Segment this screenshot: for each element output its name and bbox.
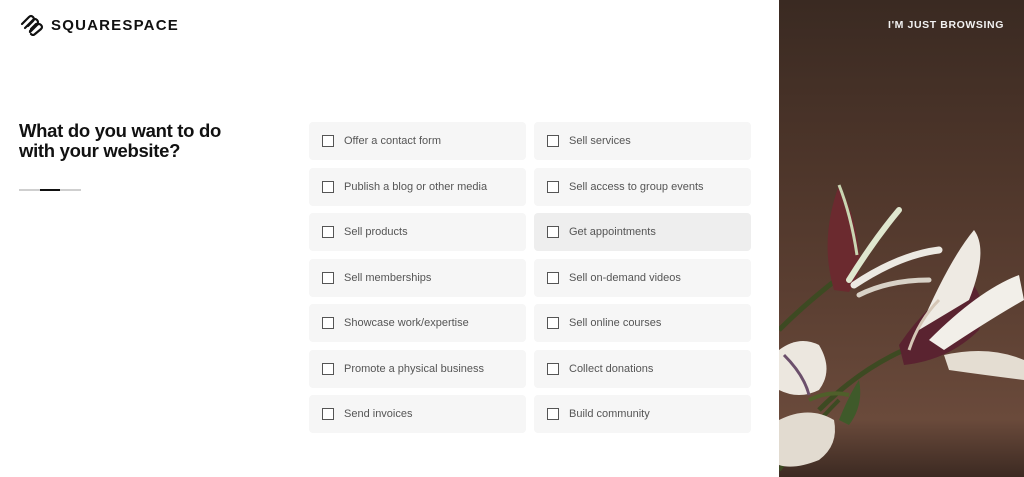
- options-grid: Offer a contact form Sell services Publi…: [309, 122, 751, 433]
- checkbox[interactable]: [322, 226, 334, 238]
- checkbox[interactable]: [547, 271, 559, 284]
- option-label: Send invoices: [344, 408, 413, 420]
- option-label: Publish a blog or other media: [344, 180, 488, 193]
- option-sell-services[interactable]: Sell services: [534, 122, 751, 160]
- checkbox[interactable]: [322, 271, 334, 284]
- option-label: Sell products: [344, 226, 408, 238]
- checkbox[interactable]: [322, 362, 334, 375]
- brand-name: SQUARESPACE: [51, 16, 179, 34]
- option-sell-products[interactable]: Sell products: [309, 213, 526, 251]
- option-build-community[interactable]: Build community: [534, 395, 751, 433]
- checkbox[interactable]: [547, 362, 559, 375]
- option-get-appointments[interactable]: Get appointments: [534, 213, 751, 251]
- onboarding-panel: SQUARESPACE What do you want to do with …: [0, 0, 779, 477]
- option-publish-blog[interactable]: Publish a blog or other media: [309, 167, 526, 206]
- option-sell-group-events[interactable]: Sell access to group events: [534, 167, 751, 206]
- checkbox[interactable]: [322, 317, 334, 329]
- option-showcase-work[interactable]: Showcase work/expertise: [309, 304, 526, 342]
- option-label: Sell memberships: [344, 271, 432, 284]
- option-label: Sell access to group events: [569, 180, 704, 193]
- option-label: Promote a physical business: [344, 362, 485, 375]
- option-label: Showcase work/expertise: [344, 317, 469, 329]
- checkbox[interactable]: [322, 180, 334, 193]
- option-label: Collect donations: [569, 362, 654, 375]
- progress-bar: [19, 189, 81, 191]
- option-label: Build community: [569, 408, 650, 420]
- option-label: Offer a contact form: [344, 135, 442, 147]
- option-promote-physical-business[interactable]: Promote a physical business: [309, 349, 526, 388]
- option-label: Get appointments: [569, 226, 656, 238]
- option-offer-contact-form[interactable]: Offer a contact form: [309, 122, 526, 160]
- checkbox[interactable]: [322, 408, 334, 420]
- option-sell-online-courses[interactable]: Sell online courses: [534, 304, 751, 342]
- checkbox[interactable]: [547, 317, 559, 329]
- option-sell-on-demand-videos[interactable]: Sell on-demand videos: [534, 258, 751, 297]
- squarespace-logo-icon: [20, 14, 44, 36]
- hero-image-panel: I'M JUST BROWSING: [779, 0, 1024, 477]
- checkbox[interactable]: [547, 180, 559, 193]
- option-label: Sell services: [569, 135, 631, 147]
- option-collect-donations[interactable]: Collect donations: [534, 349, 751, 388]
- progress-fill: [40, 189, 60, 191]
- lily-flower-image: [779, 184, 1024, 472]
- checkbox[interactable]: [322, 135, 334, 147]
- checkbox[interactable]: [547, 135, 559, 147]
- option-label: Sell online courses: [569, 317, 662, 329]
- brand-logo[interactable]: SQUARESPACE: [19, 14, 179, 36]
- option-label: Sell on-demand videos: [569, 271, 681, 284]
- checkbox[interactable]: [547, 408, 559, 420]
- option-send-invoices[interactable]: Send invoices: [309, 395, 526, 433]
- checkbox[interactable]: [547, 226, 559, 238]
- page-title: What do you want to do with your website…: [19, 120, 222, 161]
- browse-link[interactable]: I'M JUST BROWSING: [888, 19, 1004, 31]
- option-sell-memberships[interactable]: Sell memberships: [309, 258, 526, 297]
